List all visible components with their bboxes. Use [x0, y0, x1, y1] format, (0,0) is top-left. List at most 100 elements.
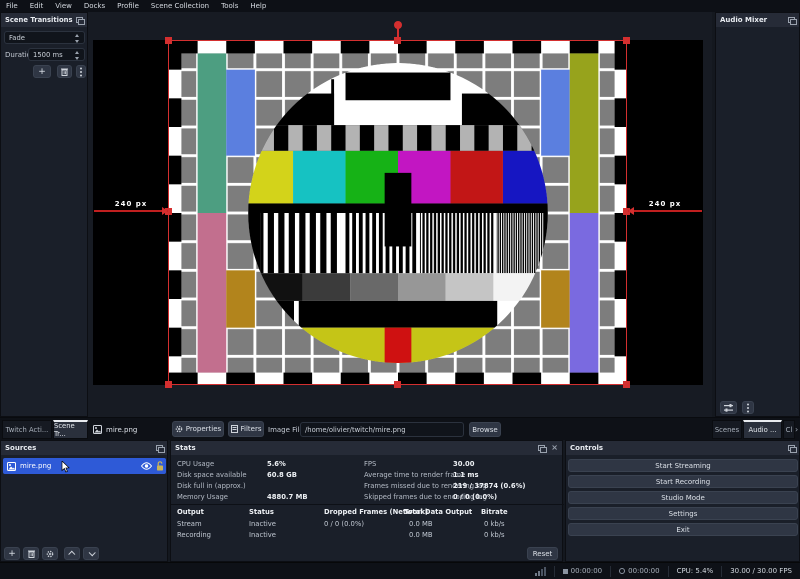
- stat-label: Disk full in (approx.): [177, 482, 246, 490]
- menu-tools[interactable]: Tools: [215, 0, 244, 12]
- studio-mode-button[interactable]: Studio Mode: [568, 491, 798, 504]
- preview-area[interactable]: 240 px 240 px: [88, 12, 712, 417]
- menu-file[interactable]: File: [0, 0, 24, 12]
- audio-mixer-panel: Audio Mixer: [715, 12, 800, 417]
- popout-dock-icon[interactable]: [76, 17, 83, 23]
- stat-label: FPS: [364, 460, 376, 468]
- transition-menu-button[interactable]: [76, 65, 86, 78]
- trash-icon: [61, 68, 68, 76]
- tab-label: Twitch Acti...: [6, 426, 49, 434]
- image-source-icon: [7, 462, 16, 471]
- kebab-menu-icon: [80, 71, 82, 73]
- controls-title: Controls: [570, 444, 603, 452]
- chevron-updown-icon[interactable]: [74, 34, 81, 43]
- audio-mixer-title: Audio Mixer: [720, 16, 767, 24]
- image-path-input[interactable]: /home/olivier/twitch/mire.png: [300, 422, 464, 437]
- sliders-icon: [724, 404, 733, 412]
- stream-dot-icon: [563, 569, 568, 574]
- tab-label: Scene Tr...: [54, 422, 87, 438]
- resize-handle-bottom-right[interactable]: [623, 381, 630, 388]
- divider: [171, 504, 564, 505]
- add-source-button[interactable]: +: [4, 547, 20, 560]
- source-row-mire[interactable]: mire.png: [3, 458, 166, 474]
- resize-handle-top-left[interactable]: [165, 37, 172, 44]
- rotate-handle[interactable]: [394, 21, 402, 29]
- popout-dock-icon[interactable]: [788, 445, 795, 451]
- transition-select[interactable]: Fade: [4, 31, 85, 44]
- duration-value: 1500 ms: [33, 51, 63, 59]
- tab-audio-mixer[interactable]: Audio ...: [743, 420, 782, 439]
- scene-transitions-header[interactable]: Scene Transitions: [1, 13, 87, 27]
- dock-tab-strip: Twitch Acti... Scene Tr... mire.png Prop…: [0, 417, 800, 440]
- obs-window: File Edit View Docks Profile Scene Colle…: [0, 0, 800, 579]
- fps-value: 30.00 / 30.00 FPS: [730, 567, 792, 575]
- stat-value: 0 / 0 (0.0%): [453, 493, 497, 501]
- lock-unlocked-icon[interactable]: [156, 461, 164, 471]
- signal-bars-icon: [535, 567, 546, 576]
- reset-stats-button[interactable]: Reset: [527, 547, 558, 560]
- stat-value: 30.00: [453, 460, 475, 468]
- menu-profile[interactable]: Profile: [111, 0, 145, 12]
- start-recording-button[interactable]: Start Recording: [568, 475, 798, 488]
- eye-visible-icon[interactable]: [141, 462, 152, 470]
- menu-edit[interactable]: Edit: [24, 0, 50, 12]
- stream-time: 00:00:00: [571, 567, 602, 575]
- chevron-down-icon: [88, 549, 95, 556]
- stat-value: 219 / 37874 (0.6%): [453, 482, 525, 490]
- stats-panel: Stats × CPU Usage 5.6% Disk space availa…: [170, 440, 563, 562]
- tab-scroll-right-icon[interactable]: ›: [795, 425, 798, 434]
- add-transition-button[interactable]: +: [33, 65, 51, 78]
- resize-handle-bottom-center[interactable]: [394, 381, 401, 388]
- popout-dock-icon[interactable]: [156, 445, 163, 451]
- right-spacing-label: 240 px: [640, 200, 690, 208]
- menu-help[interactable]: Help: [244, 0, 272, 12]
- tab-clock-partial[interactable]: Cl: [783, 420, 795, 439]
- move-source-up-button[interactable]: [64, 547, 80, 560]
- menu-docks[interactable]: Docks: [78, 0, 111, 12]
- tab-scene-transitions[interactable]: Scene Tr...: [53, 420, 88, 439]
- left-spacing-line: [94, 210, 168, 212]
- audio-mixer-header[interactable]: Audio Mixer: [716, 13, 799, 27]
- resize-handle-top-right[interactable]: [623, 37, 630, 44]
- left-spacing-label: 240 px: [106, 200, 156, 208]
- tab-scenes[interactable]: Scenes: [712, 420, 742, 439]
- cpu-usage: CPU: 5.4%: [668, 566, 722, 577]
- plus-icon: +: [8, 549, 16, 559]
- remove-transition-button[interactable]: [57, 65, 72, 78]
- source-properties-button[interactable]: [42, 547, 58, 560]
- tab-twitch-activity[interactable]: Twitch Acti...: [2, 420, 52, 439]
- sources-header[interactable]: Sources: [1, 441, 167, 455]
- controls-header[interactable]: Controls: [566, 441, 799, 455]
- reset-label: Reset: [533, 550, 553, 558]
- table-cell: Inactive: [249, 531, 276, 539]
- popout-dock-icon[interactable]: [538, 445, 545, 451]
- popout-dock-icon[interactable]: [788, 17, 795, 23]
- properties-button[interactable]: Properties: [172, 421, 224, 437]
- move-source-down-button[interactable]: [83, 547, 99, 560]
- duration-spinbox[interactable]: 1500 ms: [28, 48, 85, 61]
- stat-value: 1.1 ms: [453, 471, 479, 479]
- stats-header[interactable]: Stats ×: [171, 441, 562, 455]
- menu-view[interactable]: View: [49, 0, 78, 12]
- start-streaming-button[interactable]: Start Streaming: [568, 459, 798, 472]
- button-label: Studio Mode: [661, 494, 705, 502]
- table-cell: Stream: [177, 520, 202, 528]
- table-cell: 0.0 MB: [409, 520, 433, 528]
- browse-button[interactable]: Browse: [469, 422, 501, 437]
- image-file-label: Image File: [268, 426, 304, 434]
- button-label: Settings: [669, 510, 698, 518]
- settings-button[interactable]: Settings: [568, 507, 798, 520]
- tab-label: Cl: [786, 426, 793, 434]
- chevron-updown-icon[interactable]: [74, 51, 81, 60]
- mixer-menu-button[interactable]: [742, 401, 754, 414]
- left-spacing-arrow-icon: [162, 207, 168, 215]
- advanced-audio-button[interactable]: [720, 401, 737, 414]
- kebab-menu-icon: [747, 407, 749, 409]
- resize-handle-bottom-left[interactable]: [165, 381, 172, 388]
- remove-source-button[interactable]: [23, 547, 39, 560]
- menu-scene-collection[interactable]: Scene Collection: [145, 0, 215, 12]
- exit-button[interactable]: Exit: [568, 523, 798, 536]
- table-header: Total Data Output: [404, 508, 472, 516]
- close-icon[interactable]: ×: [551, 445, 558, 451]
- filters-button[interactable]: Filters: [228, 421, 264, 437]
